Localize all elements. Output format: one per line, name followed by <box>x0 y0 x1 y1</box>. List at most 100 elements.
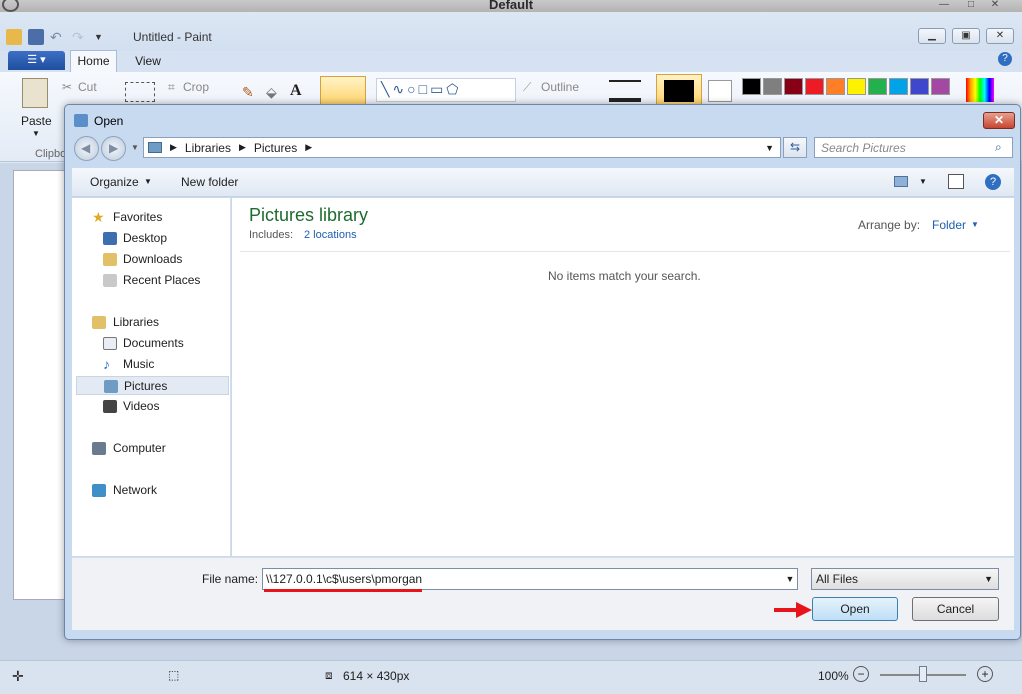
redo-icon[interactable]: ↷ <box>72 29 88 45</box>
palette-color-swatch[interactable] <box>931 78 950 95</box>
back-button[interactable]: ◀ <box>74 136 99 161</box>
outline-button[interactable]: Outline <box>541 80 579 94</box>
cancel-button[interactable]: Cancel <box>912 597 999 621</box>
nav-item-network[interactable]: Network <box>76 481 229 500</box>
outline-icon[interactable]: ⟋ <box>523 80 531 95</box>
nav-label: Desktop <box>123 231 168 245</box>
edit-colors-icon[interactable] <box>966 78 994 102</box>
paste-icon[interactable] <box>22 78 48 108</box>
palette-color-swatch[interactable] <box>889 78 908 95</box>
fill-icon[interactable]: ⬙ <box>266 84 284 102</box>
search-icon[interactable]: ⌕ <box>995 140 1002 155</box>
paint-close-button[interactable]: ✕ <box>986 28 1014 44</box>
nav-item-pictures[interactable]: Pictures <box>76 376 229 395</box>
arrange-dropdown-icon[interactable]: ▼ <box>971 220 979 229</box>
nav-item-recent-places[interactable]: Recent Places <box>76 271 229 290</box>
select-icon[interactable] <box>125 82 155 102</box>
zoom-out-button[interactable]: − <box>853 666 869 682</box>
change-view-icon[interactable] <box>894 176 908 187</box>
paint-menu-button[interactable]: ☰ ▾ <box>8 51 65 70</box>
nav-label: Downloads <box>123 252 183 266</box>
paste-button[interactable]: Paste <box>21 114 52 128</box>
host-maximize-button[interactable]: □ <box>962 0 980 11</box>
paint-minimize-button[interactable]: ▁ <box>918 28 946 44</box>
breadcrumb-pictures[interactable]: Pictures <box>254 141 297 155</box>
nav-item-libraries[interactable]: Libraries <box>76 313 229 332</box>
breadcrumb-separator-icon[interactable]: ▶ <box>170 142 177 153</box>
host-window-title: Default <box>0 0 1022 12</box>
paint-dialog-icon <box>74 114 88 127</box>
nav-item-videos[interactable]: Videos <box>76 397 229 416</box>
brushes-icon[interactable] <box>320 76 366 106</box>
zoom-slider-thumb[interactable] <box>919 666 927 682</box>
breadcrumb-separator-icon[interactable]: ▶ <box>239 142 246 153</box>
crop-button[interactable]: Crop <box>183 80 209 94</box>
nav-item-computer[interactable]: Computer <box>76 439 229 458</box>
pencil-icon[interactable]: ✎ <box>242 84 260 102</box>
arrange-by-dropdown[interactable]: Folder <box>932 218 966 232</box>
color1-button[interactable] <box>656 74 702 106</box>
file-name-dropdown-icon[interactable]: ▼ <box>783 569 797 589</box>
paint-maximize-button[interactable]: ▣ <box>952 28 980 44</box>
library-locations-link[interactable]: 2 locations <box>304 229 357 241</box>
quick-access-toolbar: ↶ ↷ ▼ <box>6 28 110 46</box>
header-divider <box>240 251 1010 252</box>
nav-item-desktop[interactable]: Desktop <box>76 229 229 248</box>
forward-button[interactable]: ▶ <box>101 136 126 161</box>
search-input[interactable]: Search Pictures <box>814 137 1013 158</box>
tab-home[interactable]: Home <box>70 50 117 72</box>
help-icon[interactable]: ? <box>985 174 1001 190</box>
address-dropdown-icon[interactable]: ▼ <box>765 143 774 153</box>
new-folder-button[interactable]: New folder <box>181 175 238 189</box>
libraries-icon <box>92 316 106 329</box>
palette-color-swatch[interactable] <box>784 78 803 95</box>
breadcrumb-libraries[interactable]: Libraries <box>185 141 231 155</box>
palette-color-swatch[interactable] <box>868 78 887 95</box>
palette-color-swatch[interactable] <box>742 78 761 95</box>
nav-item-music[interactable]: ♪ Music <box>76 355 229 374</box>
color-palette <box>742 78 950 95</box>
organize-button[interactable]: Organize <box>90 175 139 189</box>
file-type-select[interactable]: All Files ▼ <box>811 568 999 590</box>
shapes-gallery[interactable]: ╲∿○□▭⬠ <box>376 78 516 102</box>
address-bar[interactable]: ▶ Libraries ▶ Pictures ▶ ▼ <box>143 137 781 158</box>
text-icon[interactable]: A <box>290 82 302 100</box>
customize-qat-icon[interactable]: ▼ <box>94 29 110 45</box>
dialog-title: Open <box>94 114 124 128</box>
save-icon[interactable] <box>28 29 44 45</box>
dialog-close-button[interactable]: ✕ <box>983 112 1015 129</box>
color2-swatch[interactable] <box>708 80 732 102</box>
palette-color-swatch[interactable] <box>805 78 824 95</box>
preview-pane-icon[interactable] <box>948 174 964 189</box>
file-name-input[interactable]: \\127.0.0.1\c$\users\pmorgan <box>262 568 798 590</box>
cut-button[interactable]: Cut <box>78 80 97 94</box>
tab-view[interactable]: View <box>125 54 171 68</box>
paint-help-icon[interactable]: ? <box>998 52 1012 66</box>
organize-dropdown-icon[interactable]: ▼ <box>144 177 152 186</box>
view-dropdown-icon[interactable]: ▼ <box>919 177 927 186</box>
host-close-button[interactable]: ✕ <box>986 0 1004 11</box>
nav-item-documents[interactable]: Documents <box>76 334 229 353</box>
nav-label: Music <box>123 357 155 371</box>
undo-icon[interactable]: ↶ <box>50 29 66 45</box>
palette-color-swatch[interactable] <box>763 78 782 95</box>
status-bar: ✛ ⬚ ⧈ 614 × 430px 100% − + <box>0 660 1022 694</box>
recent-locations-icon[interactable]: ▼ <box>131 143 139 152</box>
nav-item-downloads[interactable]: Downloads <box>76 250 229 269</box>
palette-color-swatch[interactable] <box>847 78 866 95</box>
size-icon[interactable] <box>609 80 641 102</box>
refresh-button[interactable]: ⇆ <box>783 137 807 158</box>
host-minimize-button[interactable]: — <box>935 0 953 11</box>
pictures-folder-icon <box>148 142 162 153</box>
palette-color-swatch[interactable] <box>910 78 929 95</box>
palette-color-swatch[interactable] <box>826 78 845 95</box>
nav-item-favorites[interactable]: ★ Favorites <box>76 208 229 227</box>
file-list-pane[interactable]: Pictures library Includes: 2 locations A… <box>232 198 1014 556</box>
crop-icon[interactable]: ⌗ <box>168 80 175 95</box>
paste-dropdown-icon[interactable]: ▼ <box>32 129 40 138</box>
open-button[interactable]: Open <box>812 597 898 621</box>
cut-icon[interactable]: ✂ <box>62 80 72 94</box>
zoom-in-button[interactable]: + <box>977 666 993 682</box>
breadcrumb-separator-icon[interactable]: ▶ <box>305 142 312 153</box>
paint-app-icon[interactable] <box>6 29 22 45</box>
